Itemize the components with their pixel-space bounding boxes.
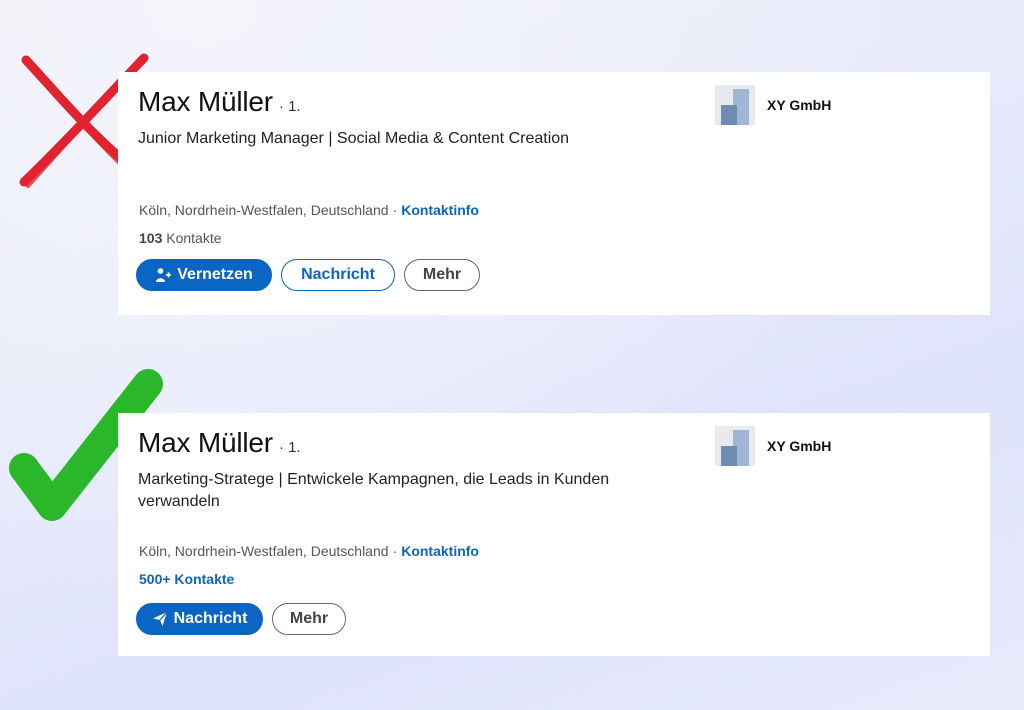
connections-count[interactable]: 500+ Kontakte: [139, 571, 234, 587]
location-text: Köln, Nordrhein-Westfalen, Deutschland: [139, 202, 389, 218]
location-text: Köln, Nordrhein-Westfalen, Deutschland: [139, 543, 389, 559]
message-button-label: Nachricht: [301, 266, 375, 283]
paper-plane-icon: [152, 611, 168, 627]
connect-button[interactable]: Vernetzen: [136, 259, 272, 291]
person-add-icon: [155, 267, 172, 283]
connections-label: Kontakte: [166, 230, 222, 246]
connections-count[interactable]: 103 Kontakte: [139, 230, 222, 246]
company-link[interactable]: XY GmbH: [715, 426, 831, 466]
action-buttons: Nachricht Mehr: [136, 603, 346, 635]
action-buttons: Vernetzen Nachricht Mehr: [136, 259, 480, 291]
message-button[interactable]: Nachricht: [136, 603, 263, 635]
location-separator: ·: [392, 543, 398, 559]
profile-headline: Junior Marketing Manager | Social Media …: [138, 130, 570, 147]
message-button[interactable]: Nachricht: [281, 259, 395, 291]
more-button[interactable]: Mehr: [404, 259, 480, 291]
connections-number: 103: [139, 230, 163, 246]
connection-degree: · 1.: [278, 98, 301, 115]
company-link[interactable]: XY GmbH: [715, 85, 831, 125]
location-row: Köln, Nordrhein-Westfalen, Deutschland · K…: [139, 202, 479, 218]
contact-info-link[interactable]: Kontaktinfo: [401, 543, 479, 559]
connect-button-label: Vernetzen: [177, 266, 253, 283]
connection-degree: · 1.: [278, 439, 301, 456]
more-button-label: Mehr: [422, 266, 462, 283]
more-button-label: Mehr: [289, 610, 329, 627]
profile-card-bad: Max Müller · 1. Junior Marketing Manager…: [118, 72, 990, 315]
profile-name: Max Müller: [138, 427, 273, 458]
company-name: XY GmbH: [767, 97, 832, 113]
profile-card-good: Max Müller · 1. Marketing-Stratege | Ent…: [118, 413, 990, 656]
profile-name: Max Müller: [138, 86, 273, 117]
more-button[interactable]: Mehr: [272, 603, 346, 635]
location-separator: ·: [392, 202, 398, 218]
company-logo: [715, 426, 755, 466]
profile-headline: Marketing-Stratege | Entwickele Kampagne…: [138, 471, 610, 510]
name-row: Max Müller · 1.: [138, 86, 301, 118]
location-row: Köln, Nordrhein-Westfalen, Deutschland · K…: [139, 543, 479, 559]
message-button-label: Nachricht: [173, 610, 248, 627]
company-name: XY GmbH: [767, 438, 832, 454]
contact-info-link[interactable]: Kontaktinfo: [401, 202, 479, 218]
name-row: Max Müller · 1.: [138, 427, 301, 459]
company-logo: [715, 85, 755, 125]
